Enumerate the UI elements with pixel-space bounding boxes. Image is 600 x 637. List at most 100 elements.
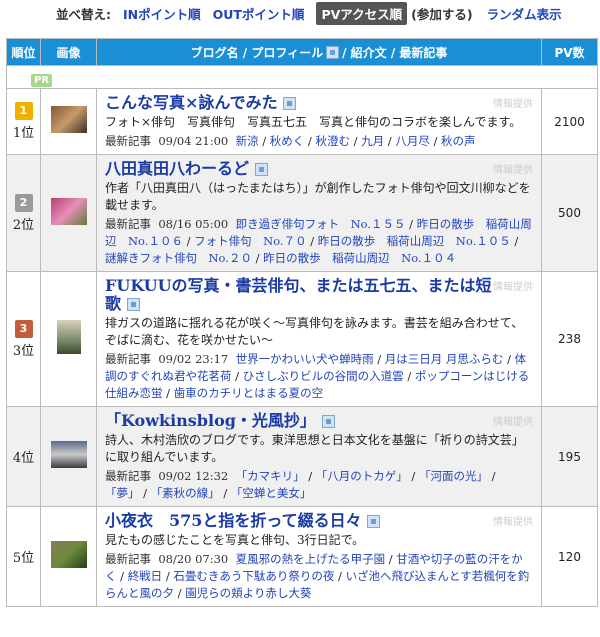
blog-description: 詩人、木村浩欣のブログです。東洋思想と日本文化を基盤に「祈りの詩文芸」に取り組ん…	[105, 433, 524, 464]
blog-title-link[interactable]: 八田真田八わーるど	[105, 160, 533, 178]
latest-post-link[interactable]: 「素秋の線」	[151, 486, 220, 500]
info-provide-link[interactable]: 情報提供	[493, 161, 533, 176]
blog-cell: 情報提供 八田真田八わーるど 作者「八田真田八（はったまたはち）」が創作したフォ…	[96, 154, 542, 272]
latest-date: 09/02 12:32	[158, 469, 229, 483]
latest-post-link[interactable]: 歯車のカチリとはまる夏の空	[174, 386, 324, 400]
blog-title: FUKUUの写真・書芸俳句、または五七五、または短歌	[105, 276, 492, 313]
rank-cell: 2 2位	[6, 154, 41, 272]
blog-title-link[interactable]: 小夜衣 575と指を折って綴る日々	[105, 512, 533, 530]
header-blog-rest: / 紹介文 / 最新記事	[342, 45, 448, 60]
ranking-table: 順位 画像 ブログ名 / プロフィール / 紹介文 / 最新記事 PV数 PR …	[6, 38, 598, 607]
blog-thumbnail[interactable]	[50, 541, 87, 568]
latest-post-link[interactable]: フォト俳句 No.７０	[194, 234, 306, 248]
rank-cell: 3 3位	[6, 271, 41, 407]
latest-post-link[interactable]: 八月尽	[395, 134, 430, 148]
blog-title: 八田真田八わーるど	[105, 159, 250, 178]
rank-text: 2位	[12, 217, 35, 233]
latest-post-link[interactable]: 月は三日月 月思ふらむ	[385, 352, 504, 366]
blog-title: こんな写真×詠んでみた	[105, 93, 278, 112]
latest-posts: 最新記事 09/04 21:00 新涼 / 秋めく / 秋澄む / 九月 / 八…	[105, 134, 476, 148]
rank-cell: 4位	[6, 406, 41, 507]
latest-post-link[interactable]: 「カマキリ」	[236, 469, 305, 483]
info-provide-link[interactable]: 情報提供	[493, 278, 533, 293]
info-provide-link[interactable]: 情報提供	[493, 413, 533, 428]
latest-post-link[interactable]: 謎解きフォト俳句 No.２０	[105, 251, 252, 265]
blog-title-link[interactable]: FUKUUの写真・書芸俳句、または五七五、または短歌	[105, 277, 533, 313]
sort-random-link[interactable]: ランダム表示	[487, 4, 562, 23]
table-row: 3 3位 情報提供 FUKUUの写真・書芸俳句、または五七五、または短歌 排ガスの…	[6, 271, 598, 407]
latest-post-link[interactable]: 夏風邪の熱を上げたる甲子園	[236, 552, 386, 566]
header-blog: ブログ名 / プロフィール / 紹介文 / 最新記事	[96, 38, 542, 66]
blog-title-link[interactable]: 「Kowkinsblog・光風抄」	[105, 412, 533, 430]
latest-label: 最新記事	[105, 552, 151, 566]
image-cell	[40, 506, 97, 607]
blog-cell: 情報提供 小夜衣 575と指を折って綴る日々 見たもの感じたことを写真と俳句、3…	[96, 506, 542, 607]
blog-thumbnail[interactable]	[50, 197, 87, 225]
profile-icon[interactable]	[367, 515, 381, 528]
latest-post-link[interactable]: 新涼	[236, 134, 259, 148]
info-provide-link[interactable]: 情報提供	[493, 513, 533, 528]
latest-post-link[interactable]: ひさしぶりビルの谷間の入道雲	[243, 369, 404, 383]
blog-thumbnail[interactable]	[50, 441, 87, 468]
latest-label: 最新記事	[105, 352, 151, 366]
latest-post-link[interactable]: 「夢」	[105, 486, 140, 500]
latest-post-link[interactable]: 秋めく	[270, 134, 305, 148]
header-rank: 順位	[6, 38, 41, 66]
rank-cell: 5位	[6, 506, 41, 607]
latest-post-link[interactable]: 昨日の散歩 稲荷山周辺 No.１０４	[263, 251, 456, 265]
rank-text: 1位	[12, 126, 35, 141]
latest-label: 最新記事	[105, 469, 151, 483]
latest-date: 09/04 21:00	[158, 134, 229, 148]
blog-thumbnail[interactable]	[56, 320, 81, 354]
pv-count: 238	[541, 271, 598, 407]
sort-in-link[interactable]: INポイント順	[123, 4, 201, 23]
rank-medal-icon: 1	[14, 102, 33, 120]
latest-post-link[interactable]: 即き過ぎ俳句フォト No.１５５	[236, 217, 406, 231]
profile-icon[interactable]	[321, 415, 335, 428]
join-link[interactable]: (参加する)	[411, 4, 472, 23]
latest-label: 最新記事	[105, 217, 151, 231]
image-cell	[40, 88, 97, 155]
latest-post-link[interactable]: 九月	[361, 134, 384, 148]
info-provide-link[interactable]: 情報提供	[493, 95, 533, 110]
table-row: 4位 情報提供 「Kowkinsblog・光風抄」 詩人、木村浩欣のブログです。…	[6, 406, 598, 507]
rank-text: 3位	[12, 343, 35, 359]
blog-description: 排ガスの道路に揺れる花が咲く～写真俳句を詠みます。書芸を組み合わせて、ぞばに滴む…	[105, 316, 524, 347]
pv-count: 195	[541, 406, 598, 507]
rank-cell: 1 1位	[6, 88, 41, 155]
profile-icon[interactable]	[126, 298, 140, 311]
latest-post-link[interactable]: 園児らの頬より赤し大葵	[185, 586, 311, 600]
latest-post-link[interactable]: 石畳むきあう下駄あり祭りの夜	[173, 569, 334, 583]
table-row: 2 2位 情報提供 八田真田八わーるど 作者「八田真田八（はったまたはち）」が創作…	[6, 154, 598, 272]
header-image: 画像	[40, 38, 97, 66]
latest-date: 08/20 07:30	[158, 552, 229, 566]
latest-post-link[interactable]: 「八月のトカゲ」	[316, 469, 408, 483]
table-row: 5位 情報提供 小夜衣 575と指を折って綴る日々 見たもの感じたことを写真と俳…	[6, 506, 598, 607]
latest-post-link[interactable]: 秋の声	[441, 134, 476, 148]
profile-icon[interactable]	[254, 163, 268, 176]
latest-post-link[interactable]: 終戦日	[128, 569, 163, 583]
latest-post-link[interactable]: 昨日の散歩 稲荷山周辺 No.１０５	[318, 234, 511, 248]
latest-post-link[interactable]: 世界一かわいい犬や蝉時雨	[236, 352, 374, 366]
blog-description: 作者「八田真田八（はったまたはち）」が創作したフォト俳句や回文川柳などを載せます…	[105, 181, 531, 212]
profile-icon[interactable]	[283, 97, 297, 110]
blog-thumbnail[interactable]	[50, 106, 87, 133]
rank-text: 4位	[12, 451, 35, 466]
latest-post-link[interactable]: 「空蝉と美女」	[231, 486, 312, 500]
rank-medal-icon: 3	[14, 319, 33, 338]
latest-posts: 最新記事 09/02 12:32 「カマキリ」 / 「八月のトカゲ」 / 「河面…	[105, 469, 496, 500]
sort-pv-active[interactable]: PVアクセス順	[316, 1, 408, 25]
blog-description: フォト×俳句 写真俳句 写真五七五 写真と俳句のコラボを楽しんでます。	[105, 115, 522, 129]
latest-post-link[interactable]: 秋澄む	[315, 134, 350, 148]
latest-post-link[interactable]: 「河面の光」	[419, 469, 488, 483]
sort-out-link[interactable]: OUTポイント順	[213, 4, 305, 23]
sort-label: 並べ替え:	[56, 6, 111, 22]
blog-title-link[interactable]: こんな写真×詠んでみた	[105, 94, 533, 112]
latest-posts: 最新記事 08/16 05:00 即き過ぎ俳句フォト No.１５５ / 昨日の散…	[105, 217, 532, 265]
latest-date: 08/16 05:00	[158, 217, 229, 231]
pr-badge[interactable]: PR	[31, 73, 53, 87]
blog-cell: 情報提供 FUKUUの写真・書芸俳句、または五七五、または短歌 排ガスの道路に揺…	[96, 271, 542, 407]
blog-title: 「Kowkinsblog・光風抄」	[105, 411, 316, 430]
latest-posts: 最新記事 08/20 07:30 夏風邪の熱を上げたる甲子園 / 甘酒や切子の藍…	[105, 552, 530, 600]
rank-medal-icon: 2	[14, 193, 33, 212]
